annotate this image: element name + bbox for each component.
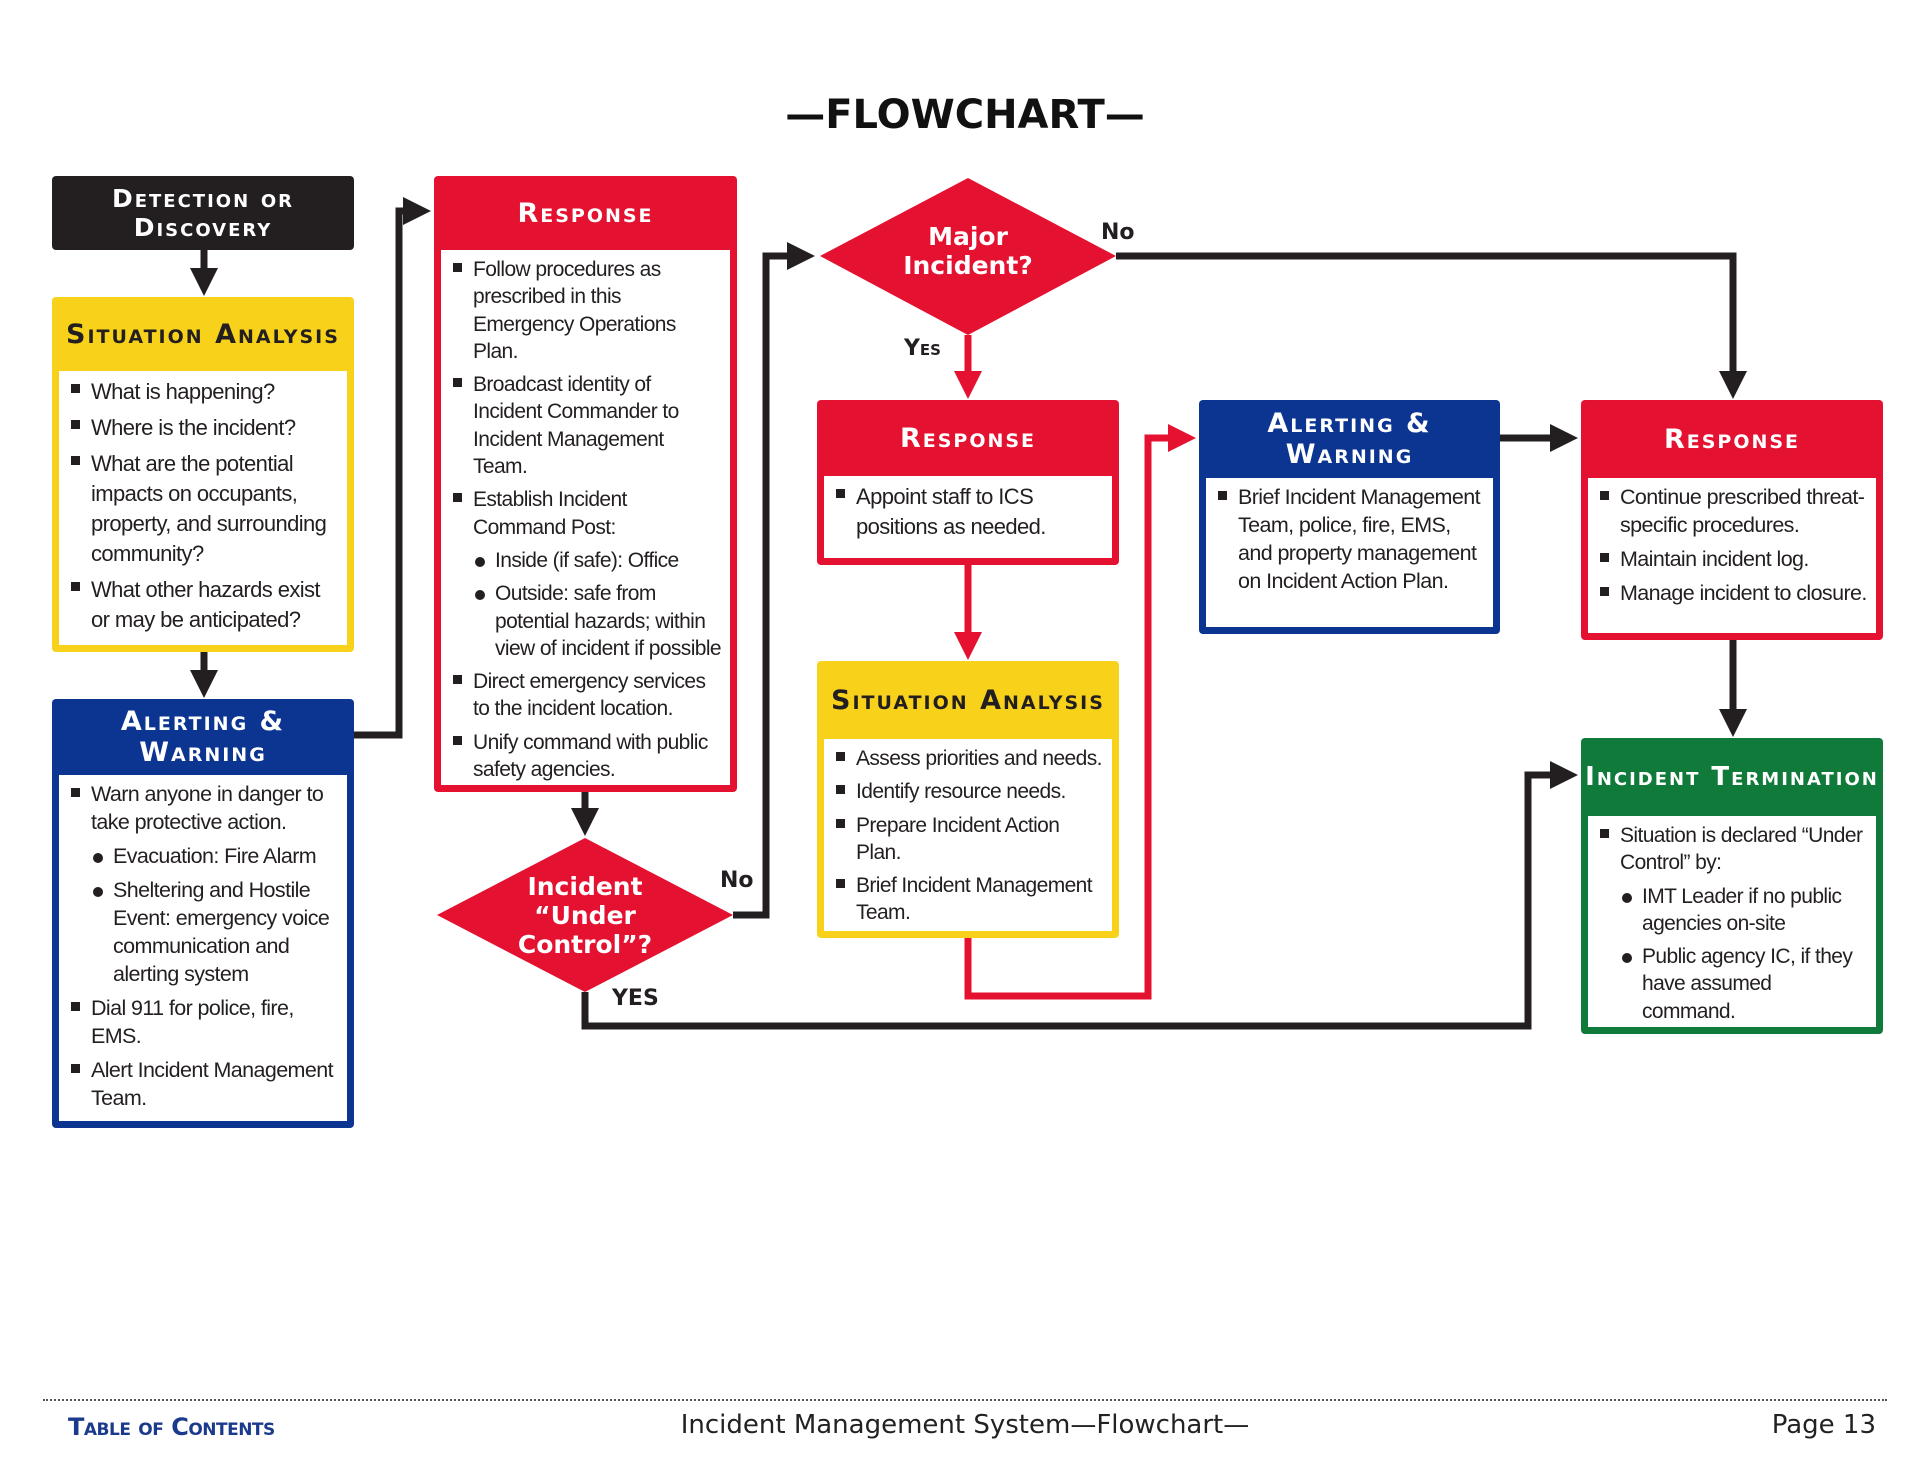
bullet-item: Appoint staff to ICS positions as needed… [836, 482, 1104, 542]
table-of-contents-link[interactable]: Table of Contents [68, 1413, 275, 1441]
sub-bullet-item: Public agency IC, if they have assumed c… [1600, 943, 1868, 1025]
bullet-list: Assess priorities and needs. Identify res… [836, 745, 1104, 927]
bullet-item: Broadcast identity of Incident Commander… [453, 371, 722, 480]
node-title: Alerting & Warning [120, 706, 286, 768]
bullet-item: Continue prescribed threat-specific proc… [1600, 484, 1868, 540]
sub-bullet-item: Sheltering and Hostile Event: emergency … [71, 877, 339, 989]
bullet-item: Situation is declared “Under Control” by… [1600, 822, 1868, 877]
node-situation-analysis-1: Situation Analysis What is happening? Whe… [52, 297, 354, 652]
bullet-item: What other hazards exist or may be antic… [71, 575, 339, 635]
bullet-item: Brief Incident Management Team, police, … [1218, 484, 1485, 596]
bullet-item: Maintain incident log. [1600, 546, 1868, 574]
bullet-item: Direct emergency services to the inciden… [453, 668, 722, 723]
bullet-item: Prepare Incident Action Plan. [836, 812, 1104, 867]
node-title: Response [1663, 423, 1801, 455]
decision-major-incident-label: Major Incident? [868, 222, 1068, 280]
node-alerting-warning-2: Alerting & Warning Brief Incident Manage… [1199, 400, 1500, 634]
bullet-item: What are the potential impacts on occupa… [71, 449, 339, 569]
decision-line: Control”? [517, 930, 653, 959]
footer-divider [43, 1399, 1887, 1401]
node-response-3: Response Continue prescribed threat-spec… [1581, 400, 1883, 640]
decision-major-yes-label: Yes [904, 336, 941, 361]
sub-bullet-item: IMT Leader if no public agencies on-site [1600, 883, 1868, 938]
decision-under-control-no-label: No [720, 868, 754, 893]
node-title: Incident Termination [1585, 762, 1879, 792]
node-body: Follow procedures as prescribed in this … [441, 250, 730, 785]
bullet-list: Warn anyone in danger to take protective… [71, 781, 339, 1112]
bullet-list: Situation is declared “Under Control” by… [1600, 822, 1868, 1025]
bullet-item: Warn anyone in danger to take protective… [71, 781, 339, 837]
bullet-item: Where is the incident? [71, 413, 339, 443]
edge-alerting1-response1 [353, 197, 431, 739]
bullet-item: Assess priorities and needs. [836, 745, 1104, 772]
decision-line: Incident? [903, 251, 1033, 280]
bullet-item: What is happening? [71, 377, 339, 407]
node-body: Warn anyone in danger to take protective… [59, 775, 347, 1121]
node-body: Assess priorities and needs. Identify res… [824, 739, 1112, 931]
sub-bullet-item: Inside (if safe): Office [453, 547, 722, 574]
bullet-list: Continue prescribed threat-specific proc… [1600, 484, 1868, 608]
bullet-list: Follow procedures as prescribed in this … [453, 256, 722, 783]
node-body: Continue prescribed threat-specific proc… [1588, 478, 1876, 633]
decision-line: “Under [534, 901, 636, 930]
node-incident-termination: Incident Termination Situation is declar… [1581, 738, 1883, 1034]
decision-major-no-label: No [1101, 220, 1135, 245]
decision-under-control-yes-label: YES [612, 986, 659, 1011]
bullet-list: What is happening? Where is the incident?… [71, 377, 339, 635]
bullet-list: Brief Incident Management Team, police, … [1218, 484, 1485, 596]
sub-bullet-item: Evacuation: Fire Alarm [71, 843, 339, 871]
bullet-item: Brief Incident Management Team. [836, 872, 1104, 927]
node-detection-or-discovery: Detection or Discovery [52, 176, 354, 250]
node-title: Situation Analysis [66, 318, 340, 350]
page-number: Page 13 [1771, 1410, 1876, 1440]
decision-line: Major [928, 222, 1008, 251]
node-title: Detection or Discovery [111, 184, 295, 242]
node-body: Brief Incident Management Team, police, … [1206, 478, 1493, 627]
node-body: What is happening? Where is the incident?… [59, 371, 347, 645]
bullet-list: Appoint staff to ICS positions as needed… [836, 482, 1104, 542]
node-title: Response [517, 197, 654, 229]
bullet-item: Dial 911 for police, fire, EMS. [71, 995, 339, 1051]
node-situation-analysis-2: Situation Analysis Assess priorities and… [817, 661, 1119, 938]
bullet-item: Manage incident to closure. [1600, 580, 1868, 608]
node-title: Situation Analysis [831, 684, 1105, 716]
node-body: Appoint staff to ICS positions as needed… [824, 476, 1112, 558]
footer-document-title: Incident Management System—Flowchart— [680, 1410, 1250, 1440]
bullet-item: Alert Incident Management Team. [71, 1057, 339, 1113]
bullet-item: Establish Incident Command Post: [453, 486, 722, 541]
decision-under-control-label: Incident “Under Control”? [485, 872, 685, 959]
node-body: Situation is declared “Under Control” by… [1588, 816, 1876, 1027]
node-title: Response [899, 422, 1037, 454]
sub-bullet-item: Outside: safe from potential hazards; wi… [453, 580, 722, 662]
node-title: Alerting & Warning [1267, 408, 1432, 470]
edge-decision-major-no [1116, 252, 1747, 399]
node-alerting-warning-1: Alerting & Warning Warn anyone in danger… [52, 699, 354, 1128]
edge-decision-control-no [733, 242, 815, 919]
decision-line: Incident [527, 872, 643, 901]
node-response-2: Response Appoint staff to ICS positions … [817, 400, 1119, 565]
bullet-item: Identify resource needs. [836, 778, 1104, 805]
node-response-1: Response Follow procedures as prescribed… [434, 176, 737, 792]
bullet-item: Unify command with public safety agencie… [453, 729, 722, 784]
bullet-item: Follow procedures as prescribed in this … [453, 256, 722, 365]
